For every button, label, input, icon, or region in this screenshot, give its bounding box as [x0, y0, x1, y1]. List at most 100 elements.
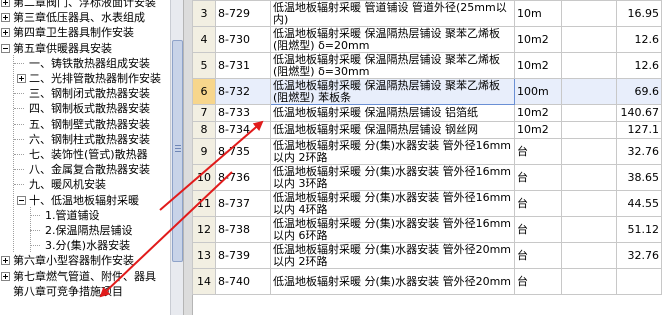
name-cell[interactable]: 低温地板辐射采暖 分(集)水器安装 管外径20mm以内 2环路 — [270, 242, 515, 269]
table-row[interactable]: 4 8-730 低温地板辐射采暖 保温隔热层铺设 聚苯乙烯板(阻燃型) δ=20mm… — [192, 26, 662, 53]
unit-cell[interactable]: 10m2 — [514, 104, 562, 122]
expand-icon[interactable] — [1, 28, 10, 38]
row-number[interactable]: 14 — [192, 268, 216, 295]
expand-icon[interactable] — [1, 271, 10, 281]
name-cell[interactable]: 低温地板辐射采暖 保温隔热层铺设 聚苯乙烯板(阻燃型) δ=20mm — [270, 26, 515, 53]
unit-cell[interactable]: 100m — [514, 78, 562, 105]
code-cell[interactable]: 8-740 — [215, 268, 271, 295]
collapse-icon[interactable] — [1, 43, 10, 53]
spec-cell[interactable] — [561, 0, 617, 27]
spec-cell[interactable] — [561, 52, 617, 79]
unit-cell[interactable]: 台 — [514, 268, 562, 295]
spec-cell[interactable] — [561, 121, 617, 139]
scrollbar-thumb[interactable] — [172, 40, 183, 262]
unit-cell[interactable]: 台 — [514, 216, 562, 243]
code-cell[interactable]: 8-730 — [215, 26, 271, 53]
name-cell[interactable]: 低温地板辐射采暖 分(集)水器安装 管外径16mm以内 4环路 — [270, 190, 515, 217]
unit-cell[interactable]: 台 — [514, 242, 562, 269]
spec-cell[interactable] — [561, 78, 617, 105]
row-number[interactable]: 12 — [192, 216, 216, 243]
row-number[interactable]: 3 — [192, 0, 216, 27]
collapse-icon[interactable] — [17, 195, 26, 205]
quantity-cell[interactable]: 16.95 — [616, 0, 662, 27]
row-number[interactable]: 11 — [192, 190, 216, 217]
name-cell[interactable]: 低温地板辐射采暖 保温隔热层铺设 聚苯乙烯板(阻燃型) δ=30mm — [270, 52, 515, 79]
table-row[interactable]: 13 8-739 低温地板辐射采暖 分(集)水器安装 管外径20mm以内 2环路台 3… — [192, 242, 662, 269]
expand-icon[interactable] — [1, 256, 10, 266]
tree-connector — [14, 184, 24, 186]
code-cell[interactable]: 8-734 — [215, 121, 271, 139]
tree-connector — [14, 123, 24, 125]
tree-connector — [30, 245, 40, 247]
quantity-cell[interactable]: 44.55 — [616, 190, 662, 217]
code-cell[interactable]: 8-739 — [215, 242, 271, 269]
spec-cell[interactable] — [561, 26, 617, 53]
quantity-cell[interactable]: 12.6 — [616, 26, 662, 53]
quantity-cell[interactable]: 69.6 — [616, 78, 662, 105]
unit-cell[interactable]: 10m2 — [514, 26, 562, 53]
tree-connector — [14, 138, 24, 140]
row-number[interactable]: 9 — [192, 138, 216, 165]
unit-cell[interactable]: 台 — [514, 164, 562, 191]
spec-cell[interactable] — [561, 242, 617, 269]
spec-cell[interactable] — [561, 138, 617, 165]
quantity-cell[interactable]: 32.76 — [616, 242, 662, 269]
quantity-cell[interactable]: 140.67 — [616, 104, 662, 122]
spec-cell[interactable] — [561, 190, 617, 217]
row-number[interactable]: 6 — [192, 78, 216, 105]
expand-icon[interactable] — [1, 0, 10, 7]
unit-cell[interactable]: 台 — [514, 190, 562, 217]
row-number[interactable]: 7 — [192, 104, 216, 122]
unit-cell[interactable]: 10m2 — [514, 121, 562, 139]
expand-icon[interactable] — [1, 13, 10, 23]
quantity-cell[interactable]: 32.76 — [616, 138, 662, 165]
spec-cell[interactable] — [561, 216, 617, 243]
code-cell[interactable]: 8-735 — [215, 138, 271, 165]
table-row[interactable]: 11 8-737 低温地板辐射采暖 分(集)水器安装 管外径16mm以内 4环路台 4… — [192, 190, 662, 217]
name-cell[interactable]: 低温地板辐射采暖 保温隔热层铺设 聚苯乙烯板(阻燃型) 苯板条 — [270, 78, 515, 105]
unit-cell[interactable]: 10m2 — [514, 52, 562, 79]
code-cell[interactable]: 8-736 — [215, 164, 271, 191]
tree-node[interactable]: 第八章可竞争措施项目 — [0, 283, 170, 300]
tree-connector — [30, 230, 40, 231]
tree-scrollbar[interactable] — [170, 0, 183, 315]
row-number[interactable]: 10 — [192, 164, 216, 191]
table-row[interactable]: 6 8-732 低温地板辐射采暖 保温隔热层铺设 聚苯乙烯板(阻燃型) 苯板条 100… — [192, 78, 662, 105]
quantity-cell[interactable]: 12.6 — [616, 52, 662, 79]
name-cell[interactable]: 低温地板辐射采暖 分(集)水器安装 管外径16mm以内 3环路 — [270, 164, 515, 191]
row-number[interactable]: 13 — [192, 242, 216, 269]
table-row[interactable]: 12 8-738 低温地板辐射采暖 分(集)水器安装 管外径16mm以内 6环路台 5… — [192, 216, 662, 243]
unit-cell[interactable]: 10m — [514, 0, 562, 27]
table-row[interactable]: 10 8-736 低温地板辐射采暖 分(集)水器安装 管外径16mm以内 3环路台 3… — [192, 164, 662, 191]
code-cell[interactable]: 8-731 — [215, 52, 271, 79]
unit-cell[interactable]: 台 — [514, 138, 562, 165]
code-cell[interactable]: 8-729 — [215, 0, 271, 27]
table-row[interactable]: 9 8-735 低温地板辐射采暖 分(集)水器安装 管外径16mm以内 2环路台 32… — [192, 138, 662, 165]
name-cell[interactable]: 低温地板辐射采暖 分(集)水器安装 管外径16mm以内 2环路 — [270, 138, 515, 165]
name-cell[interactable]: 低温地板辐射采暖 管道铺设 管道外径(25mm以内) — [270, 0, 515, 27]
quantity-cell[interactable]: 127.1 — [616, 121, 662, 139]
quantity-cell[interactable]: 51.12 — [616, 216, 662, 243]
spec-cell[interactable] — [561, 104, 617, 122]
table-row[interactable]: 14 8-740 低温地板辐射采暖 分(集)水器安装 管外径20mm 台 — [192, 268, 662, 295]
expand-icon[interactable] — [17, 74, 26, 83]
table-row[interactable]: 7 8-733 低温地板辐射采暖 保温隔热层铺设 铝箔纸 10m2 140.67 — [192, 104, 662, 122]
quantity-cell[interactable]: 38.65 — [616, 164, 662, 191]
row-number[interactable]: 5 — [192, 52, 216, 79]
name-cell[interactable]: 低温地板辐射采暖 保温隔热层铺设 铝箔纸 — [270, 104, 515, 122]
row-number[interactable]: 8 — [192, 121, 216, 139]
spec-cell[interactable] — [561, 164, 617, 191]
table-row[interactable]: 5 8-731 低温地板辐射采暖 保温隔热层铺设 聚苯乙烯板(阻燃型) δ=30mm… — [192, 52, 662, 79]
name-cell[interactable]: 低温地板辐射采暖 分(集)水器安装 管外径20mm — [270, 268, 515, 295]
code-cell[interactable]: 8-737 — [215, 190, 271, 217]
table-row[interactable]: 3 8-729 低温地板辐射采暖 管道铺设 管道外径(25mm以内) 10m 16.95 — [192, 0, 662, 27]
code-cell[interactable]: 8-732 — [215, 78, 271, 105]
spec-cell[interactable] — [561, 268, 617, 295]
name-cell[interactable]: 低温地板辐射采暖 保温隔热层铺设 钢丝网 — [270, 121, 515, 139]
row-number[interactable]: 4 — [192, 26, 216, 53]
name-cell[interactable]: 低温地板辐射采暖 分(集)水器安装 管外径16mm以内 6环路 — [270, 216, 515, 243]
quantity-cell[interactable] — [616, 268, 662, 295]
table-row[interactable]: 8 8-734 低温地板辐射采暖 保温隔热层铺设 钢丝网 10m2 127.1 — [192, 121, 662, 139]
code-cell[interactable]: 8-733 — [215, 104, 271, 122]
code-cell[interactable]: 8-738 — [215, 216, 271, 243]
